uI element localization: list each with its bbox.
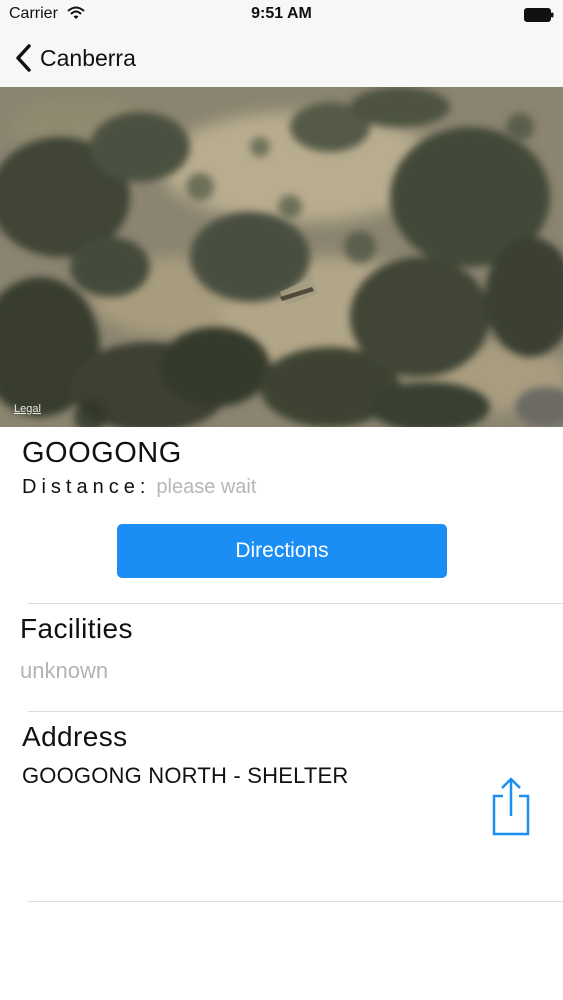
back-button[interactable]: Canberra bbox=[14, 40, 136, 76]
divider bbox=[28, 901, 563, 902]
place-title: GOOGONG bbox=[22, 437, 182, 469]
status-bar: Carrier 9:51 AM bbox=[0, 0, 563, 30]
divider bbox=[28, 711, 563, 712]
divider bbox=[28, 603, 563, 604]
distance-label: Distance: bbox=[22, 476, 151, 498]
distance-value: please wait bbox=[156, 476, 257, 498]
share-icon[interactable] bbox=[488, 776, 534, 838]
chevron-left-icon bbox=[16, 44, 31, 72]
back-button-label: Canberra bbox=[40, 44, 136, 71]
legal-link[interactable]: Legal bbox=[14, 403, 41, 415]
facilities-heading: Facilities bbox=[20, 613, 133, 644]
distance-row: Distance: please wait bbox=[22, 476, 256, 499]
facilities-value: unknown bbox=[20, 658, 109, 683]
directions-button[interactable]: Directions bbox=[117, 524, 447, 578]
clock: 9:51 AM bbox=[251, 5, 312, 22]
satellite-map[interactable]: Legal bbox=[0, 87, 563, 427]
address-heading: Address bbox=[22, 721, 128, 752]
satellite-imagery bbox=[0, 87, 563, 427]
address-value: GOOGONG NORTH - SHELTER bbox=[22, 763, 349, 788]
navigation-bar: Canberra bbox=[0, 30, 563, 87]
battery-icon bbox=[524, 8, 554, 22]
